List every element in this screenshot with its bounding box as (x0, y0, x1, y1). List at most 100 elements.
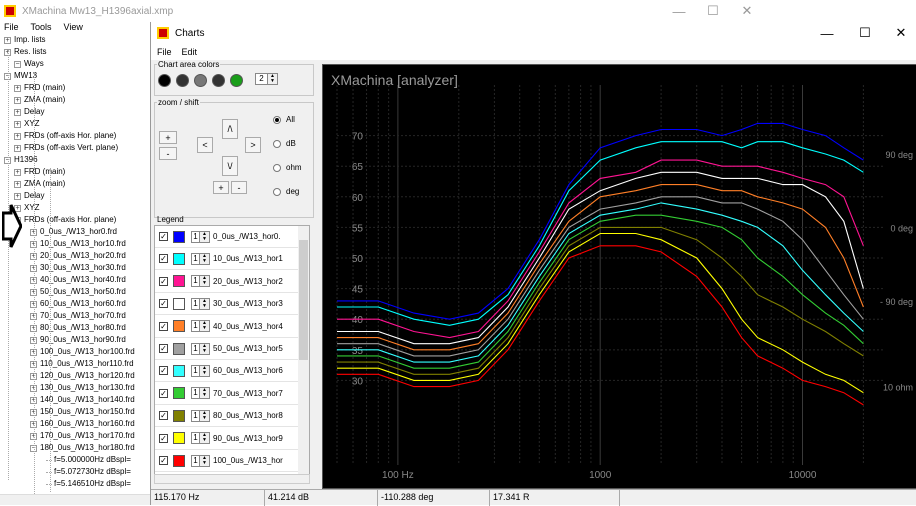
legend-checkbox[interactable]: ✓ (159, 299, 168, 309)
shift-left-button[interactable]: < (197, 137, 213, 153)
legend-row[interactable]: ✓ 1 ▲ ▼ 100_0us_/W13_hor (155, 450, 299, 472)
legend-row[interactable]: ✓ 1 ▲ ▼ 80_0us_/W13_hor8 (155, 405, 299, 428)
tree-node[interactable]: + Delay (14, 106, 44, 118)
line-width-spin-icon[interactable]: ▲ ▼ (200, 364, 210, 377)
legend-color-swatch[interactable] (173, 320, 185, 333)
legend-checkbox[interactable]: ✓ (159, 344, 168, 353)
expand-toggle-icon[interactable]: + (14, 180, 21, 188)
legend-row[interactable]: ✓ 1 ▲ ▼ 70_0us_/W13_hor7 (155, 383, 299, 405)
legend-color-swatch[interactable] (173, 252, 185, 265)
tree-node[interactable]: +90_0us_/W13_hor90.frd (30, 334, 126, 346)
shift-up-button[interactable]: /\ (222, 119, 238, 139)
tree-node[interactable]: + XYZ (14, 118, 40, 130)
line-width-value[interactable]: 1 (191, 342, 200, 355)
tree-node[interactable]: − H1396 (4, 154, 38, 166)
line-width-value[interactable]: 1 (191, 252, 200, 265)
legend-checkbox[interactable]: ✓ (159, 433, 168, 443)
menu-tools[interactable]: Tools (31, 22, 52, 36)
expand-toggle-icon[interactable]: + (14, 132, 21, 140)
legend-row[interactable]: ✓ 1 ▲ ▼ 60_0us_/W13_hor6 (155, 360, 299, 383)
tree-node[interactable]: + FRDs (off-axis Vert. plane) (14, 142, 118, 154)
legend-row[interactable]: ✓ 1 ▲ ▼ 30_0us_/W13_hor3 (155, 293, 299, 316)
radio-button-icon[interactable] (273, 115, 281, 124)
legend-color-swatch[interactable] (173, 275, 185, 288)
scale-radio-all[interactable]: All (273, 115, 295, 124)
expand-toggle-icon[interactable]: + (14, 96, 21, 104)
legend-checkbox[interactable]: ✓ (159, 276, 168, 286)
maximize-icon[interactable]: ☐ (696, 0, 730, 22)
legend-color-swatch[interactable] (173, 297, 185, 310)
line-width-spin-icon[interactable]: ▲ ▼ (200, 432, 210, 445)
color-count-spin-icon[interactable]: ▲ ▼ (268, 73, 278, 85)
legend-color-swatch[interactable] (173, 454, 185, 467)
legend-color-swatch[interactable] (173, 409, 185, 422)
legend-row[interactable]: ✓ 1 ▲ ▼ 40_0us_/W13_hor4 (155, 316, 299, 338)
expand-toggle-icon[interactable]: − (14, 60, 21, 68)
line-width-spin-icon[interactable]: ▲ ▼ (200, 320, 210, 333)
scale-radio-deg[interactable]: deg (273, 187, 299, 196)
tree-node[interactable]: − Ways (14, 58, 44, 70)
line-width-spin-icon[interactable]: ▲ ▼ (200, 387, 210, 400)
menu-view[interactable]: View (64, 22, 83, 36)
line-width-value[interactable]: 1 (191, 275, 200, 288)
tree-node[interactable]: +10_0us_/W13_hor10.frd (30, 238, 126, 250)
line-width-spin-icon[interactable]: ▲ ▼ (200, 230, 210, 243)
expand-toggle-icon[interactable]: + (14, 84, 21, 92)
shift-down-button[interactable]: \/ (222, 156, 238, 176)
tree-node[interactable]: f=5.000000Hz dBspl= (46, 454, 131, 466)
line-width-spin-icon[interactable]: ▲ ▼ (200, 297, 210, 310)
line-width-value[interactable]: 1 (191, 364, 200, 377)
tree-node[interactable]: + FRD (main) (14, 166, 65, 178)
minimize-icon[interactable]: — (662, 0, 696, 22)
legend-row[interactable]: ✓ 1 ▲ ▼ 0_0us_/W13_hor0. (155, 226, 299, 248)
chart-color-swatch[interactable] (212, 74, 225, 87)
radio-button-icon[interactable] (273, 139, 281, 148)
line-width-spin-icon[interactable]: ▲ ▼ (200, 342, 210, 355)
tree-node[interactable]: +130_0us_/W13_hor130.frd (30, 382, 135, 394)
line-width-spin-icon[interactable]: ▲ ▼ (200, 409, 210, 422)
legend-row[interactable]: ✓ 1 ▲ ▼ 20_0us_/W13_hor2 (155, 271, 299, 293)
tree-node[interactable]: f=5.146510Hz dBspl= (46, 478, 131, 490)
shift-right-button[interactable]: > (245, 137, 261, 153)
chart-color-swatch[interactable] (230, 74, 243, 87)
tree-node[interactable]: + Delay (14, 190, 44, 202)
line-width-value[interactable]: 1 (191, 454, 200, 467)
tree-node[interactable]: + Res. lists (4, 46, 46, 58)
line-width-value[interactable]: 1 (191, 387, 200, 400)
zoom-out-horizontal-button[interactable]: - (231, 181, 247, 194)
line-width-value[interactable]: 1 (191, 297, 200, 310)
expand-toggle-icon[interactable]: + (14, 144, 21, 152)
line-width-value[interactable]: 1 (191, 432, 200, 445)
line-width-spin-icon[interactable]: ▲ ▼ (200, 454, 210, 467)
close-icon[interactable]: ✕ (730, 0, 764, 22)
line-width-value[interactable]: 1 (191, 320, 200, 333)
tree-node[interactable]: + ZMA (main) (14, 178, 65, 190)
zoom-in-horizontal-button[interactable]: + (213, 181, 229, 194)
zoom-out-vertical-button[interactable]: - (159, 147, 177, 160)
legend-color-swatch[interactable] (173, 387, 185, 400)
legend-checkbox[interactable]: ✓ (159, 321, 168, 331)
charts-close-icon[interactable]: ✕ (884, 22, 916, 44)
line-width-spin-icon[interactable]: ▲ ▼ (200, 252, 210, 265)
legend-scrollbar-thumb[interactable] (299, 240, 308, 360)
scale-radio-db[interactable]: dB (273, 139, 296, 148)
chart-color-swatch[interactable] (194, 74, 207, 87)
menu-file[interactable]: File (4, 22, 19, 36)
legend-checkbox[interactable]: ✓ (159, 411, 168, 421)
chart-svg[interactable]: XMachina [analyzer] 70 65 60 55 50 45 40 35 30 100… (323, 65, 916, 490)
tree-node[interactable]: +70_0us_/W13_hor70.frd (30, 310, 126, 322)
legend-row[interactable]: ✓ 1 ▲ ▼ 50_0us_/W13_hor5 (155, 338, 299, 360)
legend-color-swatch[interactable] (173, 432, 185, 445)
legend-checkbox[interactable]: ✓ (159, 232, 168, 241)
tree-node[interactable]: −FRDs (off-axis Hor. plane) (14, 214, 116, 226)
tree-node[interactable]: +170_0us_/W13_hor170.frd (30, 430, 135, 442)
expand-toggle-icon[interactable]: + (14, 168, 21, 176)
chart-color-swatch[interactable] (158, 74, 171, 87)
chart-color-swatch[interactable] (176, 74, 189, 87)
legend-row[interactable]: ✓ 1 ▲ ▼ 10_0us_/W13_hor1 (155, 248, 299, 271)
charts-menu-file[interactable]: File (157, 47, 172, 57)
tree-node[interactable]: + FRDs (off-axis Hor. plane) (14, 130, 116, 142)
charts-maximize-icon[interactable]: ☐ (848, 22, 882, 44)
tree-node[interactable]: + FRD (main) (14, 82, 65, 94)
tree-node[interactable]: + Imp. lists (4, 36, 46, 46)
